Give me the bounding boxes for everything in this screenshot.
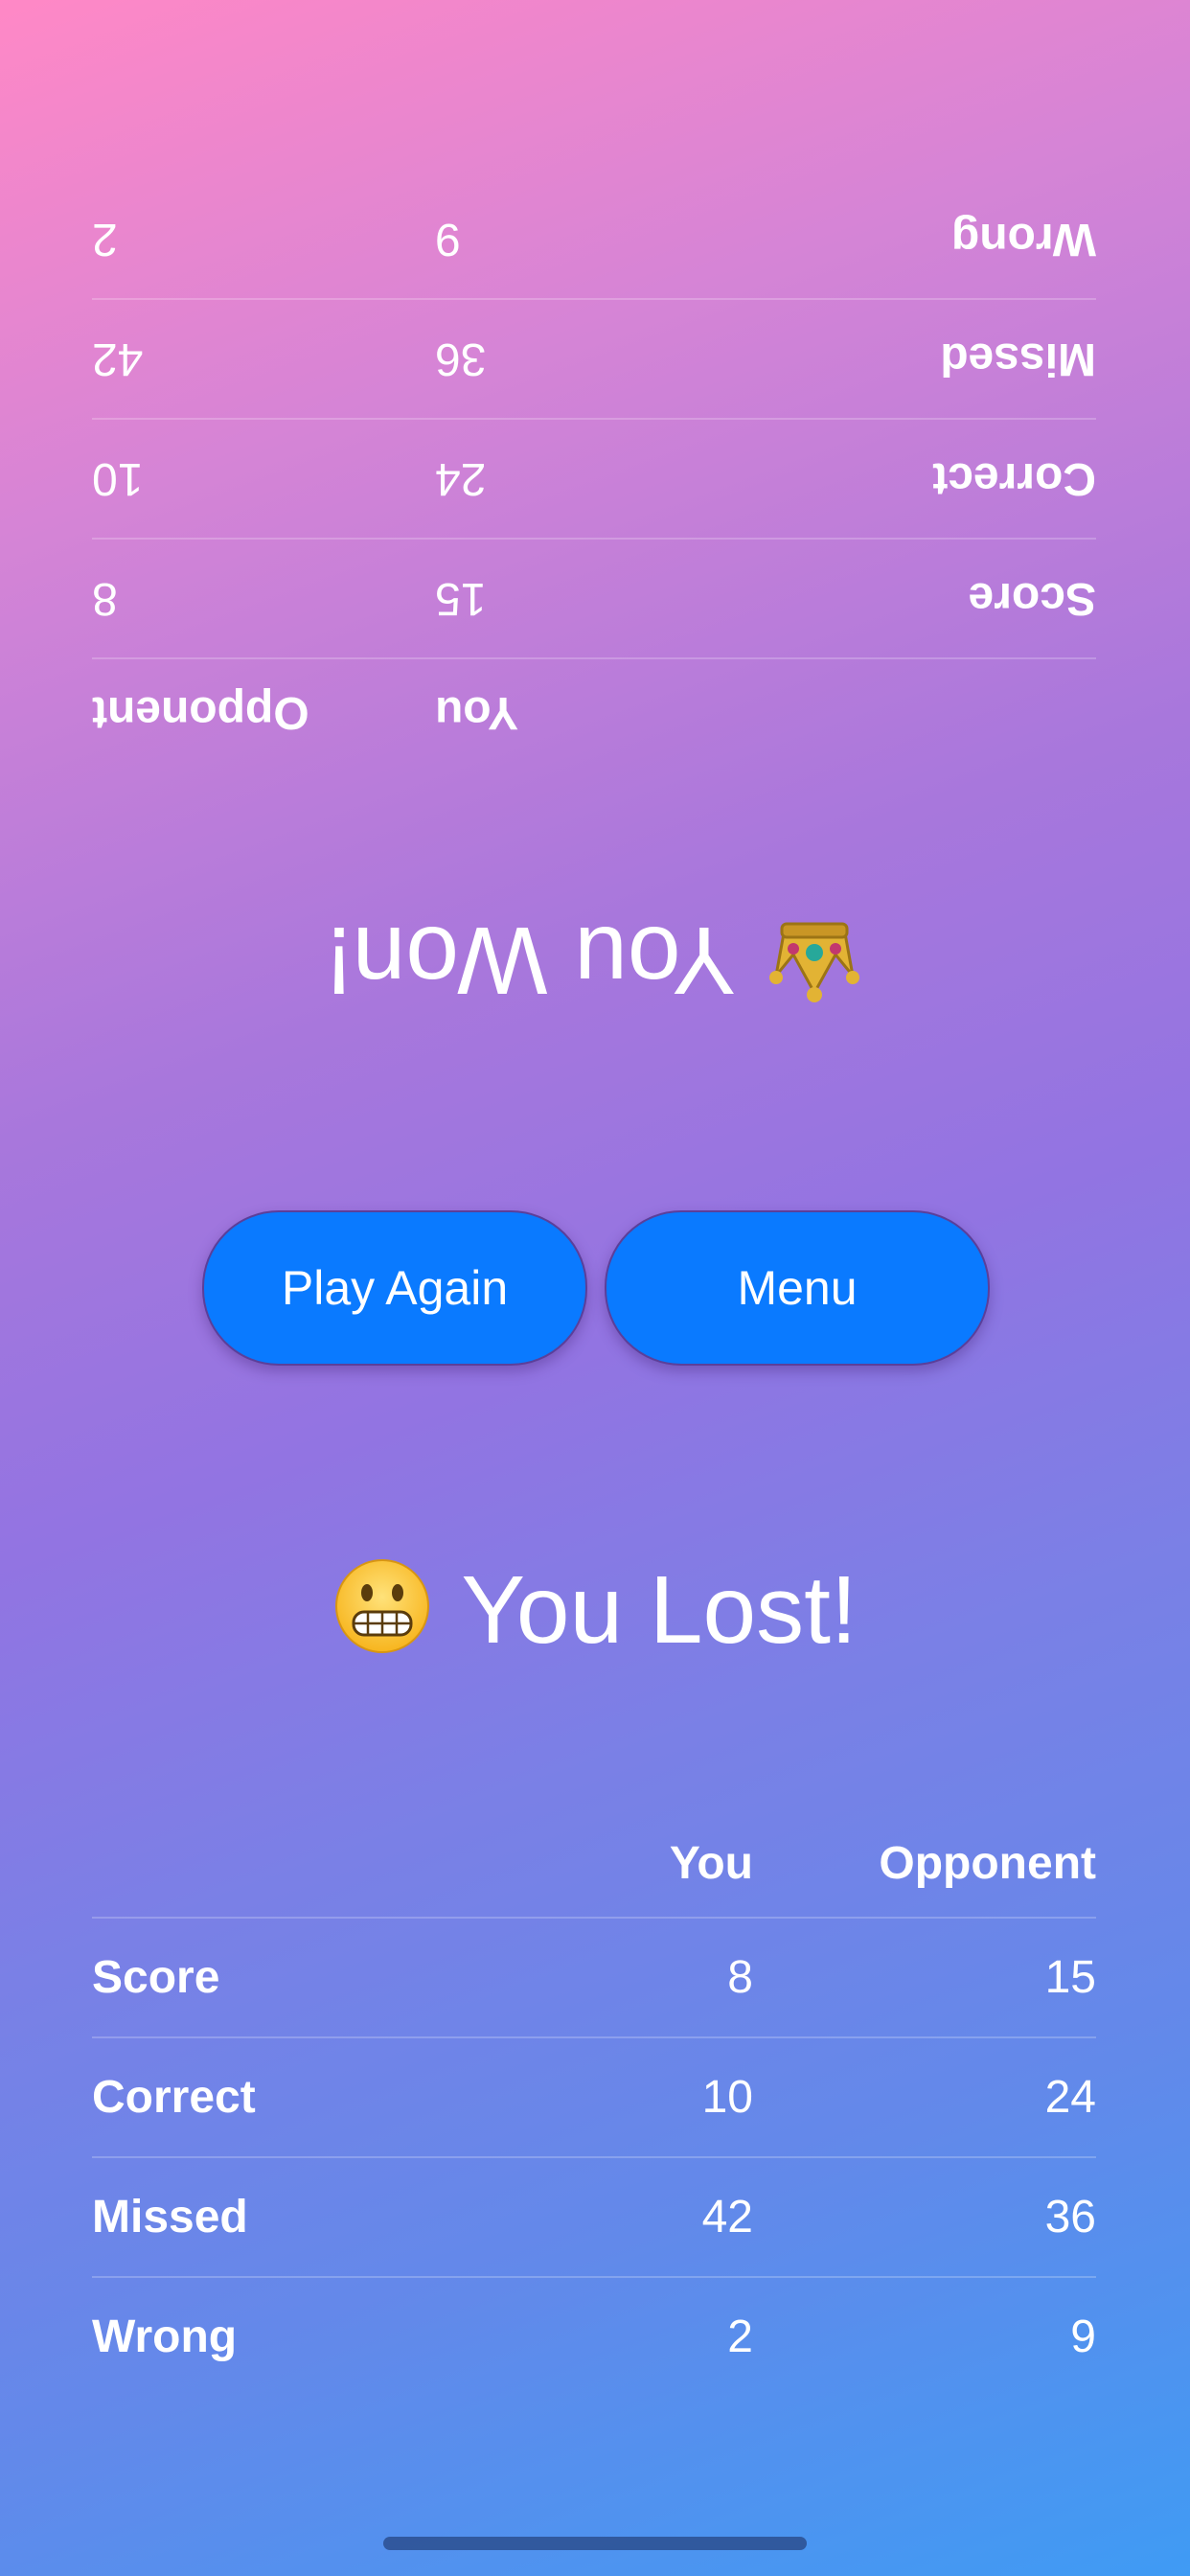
stat-value-opponent: 8 xyxy=(92,573,118,624)
stat-label: Score xyxy=(92,1952,220,2003)
stat-value-opponent: 2 xyxy=(92,214,118,264)
stat-value-you: 8 xyxy=(727,1952,753,2003)
stats-header-row: You Opponent xyxy=(92,1809,1096,1917)
stat-label: Correct xyxy=(932,453,1096,504)
stat-value-you: 10 xyxy=(701,2072,753,2123)
stat-value-you: 15 xyxy=(435,573,487,624)
result-text: You Won! xyxy=(325,907,737,1014)
stat-label: Score xyxy=(968,573,1096,624)
column-header-opponent: Opponent xyxy=(879,1837,1096,1889)
stat-value-you: 24 xyxy=(435,453,487,504)
stats-row-correct: Correct 24 10 xyxy=(92,420,1096,540)
stat-value-opponent: 42 xyxy=(92,334,144,384)
stats-row-wrong: Wrong 2 9 xyxy=(92,2276,1096,2396)
stat-value-you: 36 xyxy=(435,334,487,384)
stat-value-you: 42 xyxy=(701,2192,753,2242)
stat-label: Wrong xyxy=(92,2312,238,2362)
stat-value-opponent: 9 xyxy=(1070,2312,1096,2362)
result-text: You Lost! xyxy=(461,1556,858,1664)
grimacing-face-icon xyxy=(332,1556,432,1656)
stats-row-score: Score 8 15 xyxy=(92,1917,1096,2036)
stat-value-opponent: 10 xyxy=(92,453,144,504)
stat-value-opponent: 15 xyxy=(1044,1952,1096,2003)
stats-row-score: Score 15 8 xyxy=(92,540,1096,659)
stats-header-row: You Opponent xyxy=(92,659,1096,767)
stats-row-wrong: Wrong 9 2 xyxy=(92,180,1096,300)
play-again-button[interactable]: Play Again xyxy=(202,1210,587,1366)
stat-value-opponent: 36 xyxy=(1044,2192,1096,2242)
column-header-you: You xyxy=(669,1837,753,1889)
stats-row-missed: Missed 42 36 xyxy=(92,2156,1096,2276)
crown-icon xyxy=(765,914,864,1014)
player-result-heading: You Lost! xyxy=(0,1556,1190,1663)
menu-button[interactable]: Menu xyxy=(605,1210,990,1366)
opponent-stats-table: You Opponent Score 15 8 Correct 24 10 Mi… xyxy=(92,180,1096,767)
column-header-you: You xyxy=(435,687,519,739)
stats-row-correct: Correct 10 24 xyxy=(92,2036,1096,2156)
game-over-screen: You Opponent Score 15 8 Correct 24 10 Mi… xyxy=(0,0,1190,2576)
stat-label: Missed xyxy=(940,334,1096,384)
column-header-opponent: Opponent xyxy=(92,687,309,739)
stat-label: Wrong xyxy=(950,214,1096,264)
home-indicator[interactable] xyxy=(383,2537,807,2550)
stat-label: Missed xyxy=(92,2192,248,2242)
stat-label: Correct xyxy=(92,2072,256,2123)
stats-row-missed: Missed 36 42 xyxy=(92,300,1096,420)
stat-value-you: 2 xyxy=(727,2312,753,2362)
stat-value-you: 9 xyxy=(435,214,461,264)
opponent-result-heading: You Won! xyxy=(0,907,1190,1014)
stat-value-opponent: 24 xyxy=(1044,2072,1096,2123)
player-stats-table: You Opponent Score 8 15 Correct 10 24 Mi… xyxy=(92,1809,1096,2396)
action-buttons: Play Again Menu xyxy=(202,1210,990,1366)
